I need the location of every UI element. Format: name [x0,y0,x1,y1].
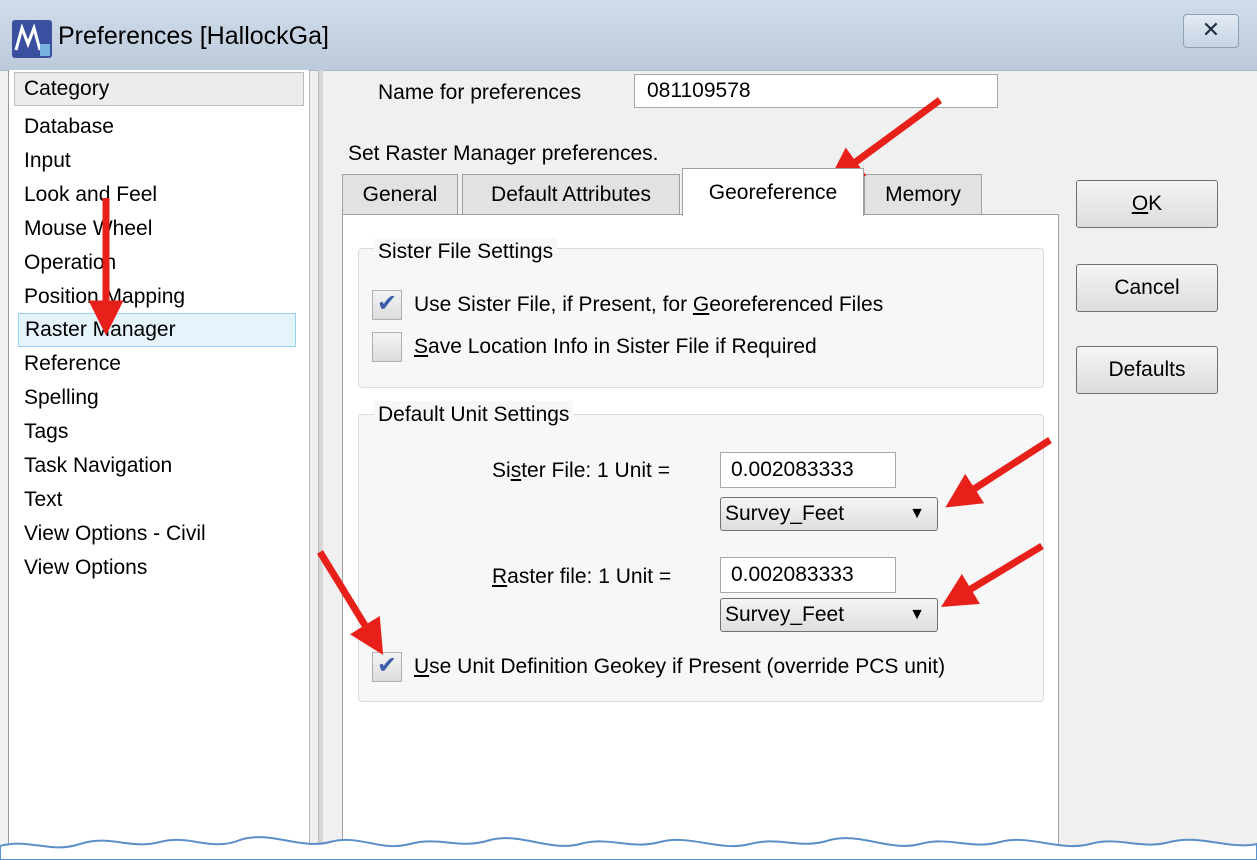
name-for-preferences-input[interactable]: 081109578 [634,74,998,108]
sister-file-unit-value: Survey_Feet [725,502,845,525]
category-item-database[interactable]: Database [24,110,304,144]
category-item-look-and-feel[interactable]: Look and Feel [24,178,304,212]
use-sister-file-checkbox[interactable]: ✔ [372,290,402,320]
raster-file-unit-select[interactable]: Survey_Feet ▼ [720,598,938,632]
tab-general[interactable]: General [342,174,458,214]
save-location-info-label[interactable]: Save Location Info in Sister File if Req… [414,332,817,362]
raster-file-unit-input[interactable]: 0.002083333 [720,557,896,593]
category-item-operation[interactable]: Operation [24,246,304,280]
torn-edge-decoration [0,836,1257,860]
default-unit-settings-title: Default Unit Settings [374,401,574,429]
tab-georeference[interactable]: Georeference [682,168,864,216]
defaults-button[interactable]: Defaults [1076,346,1218,394]
sister-file-unit-select[interactable]: Survey_Feet ▼ [720,497,938,531]
save-location-info-checkbox[interactable] [372,332,402,362]
category-header[interactable]: Category [14,72,304,106]
category-item-mouse-wheel[interactable]: Mouse Wheel [24,212,304,246]
category-item-text[interactable]: Text [24,483,304,517]
category-item-spelling[interactable]: Spelling [24,381,304,415]
name-for-preferences-label: Name for preferences [378,81,582,104]
tab-default-attributes[interactable]: Default Attributes [462,174,680,214]
sister-file-unit-label: Sister File: 1 Unit = [492,459,670,482]
section-description: Set Raster Manager preferences. [348,142,659,165]
ok-button[interactable]: OK [1076,180,1218,228]
cancel-button[interactable]: Cancel [1076,264,1218,312]
category-item-reference[interactable]: Reference [24,347,304,381]
dropdown-arrow-icon: ▼ [909,505,925,522]
title-bar: Preferences [HallockGa] ✕ [0,0,1257,71]
category-item-input[interactable]: Input [24,144,304,178]
checkmark-icon: ✔ [377,290,398,317]
use-sister-file-label[interactable]: Use Sister File, if Present, for Georefe… [414,290,883,320]
use-unit-geokey-label[interactable]: Use Unit Definition Geokey if Present (o… [414,652,945,682]
panel-splitter[interactable] [318,70,323,860]
category-item-raster-manager[interactable]: Raster Manager [18,313,296,347]
use-unit-geokey-checkbox[interactable]: ✔ [372,652,402,682]
dropdown-arrow-icon: ▼ [909,606,925,623]
raster-file-unit-label: Raster file: 1 Unit = [492,565,672,588]
annotation-arrow-icon [827,97,943,183]
category-item-position-mapping[interactable]: Position Mapping [24,280,304,314]
category-item-task-navigation[interactable]: Task Navigation [24,449,304,483]
close-icon: ✕ [1201,17,1221,42]
preferences-dialog: Preferences [HallockGa] ✕ Category Datab… [0,0,1257,860]
checkmark-icon: ✔ [377,652,398,679]
tab-memory[interactable]: Memory [864,174,982,214]
category-item-view-options[interactable]: View Options [24,551,304,585]
category-item-view-options-civil[interactable]: View Options - Civil [24,517,304,551]
microstation-app-icon [12,20,52,58]
close-button[interactable]: ✕ [1183,14,1239,48]
sister-file-unit-input[interactable]: 0.002083333 [720,452,896,488]
raster-file-unit-value: Survey_Feet [725,603,845,626]
window-title: Preferences [HallockGa] [58,22,329,50]
category-item-tags[interactable]: Tags [24,415,304,449]
sister-file-settings-title: Sister File Settings [374,238,558,266]
